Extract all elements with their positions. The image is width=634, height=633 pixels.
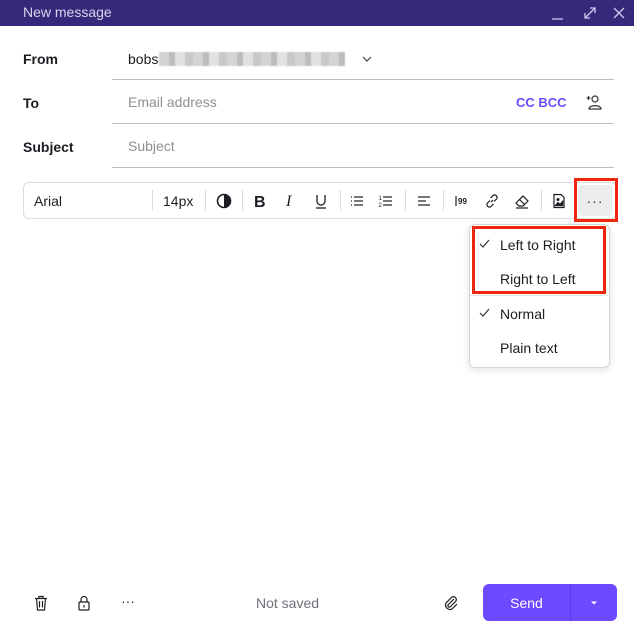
title-bar: New message — [0, 0, 634, 26]
menu-item-left-to-right[interactable]: Left to Right — [470, 227, 609, 261]
subject-input[interactable] — [128, 136, 488, 156]
underline-icon[interactable] — [311, 183, 331, 218]
toolbar-separator — [205, 190, 206, 211]
from-select[interactable]: bobs — [128, 51, 346, 67]
formatting-toolbar: Arial 14px B I 12 99 ··· — [23, 182, 617, 219]
caret-down-icon — [591, 601, 597, 604]
bold-icon[interactable]: B — [250, 183, 270, 218]
save-status: Not saved — [256, 595, 320, 611]
menu-item-plain-text[interactable]: Plain text — [470, 330, 609, 364]
send-button-group: Send — [483, 584, 617, 621]
svg-text:1: 1 — [379, 196, 383, 202]
more-options-button[interactable]: ··· — [578, 185, 612, 216]
toolbar-separator — [242, 190, 243, 211]
toolbar-separator — [405, 190, 406, 211]
toolbar-separator — [541, 190, 542, 211]
bullet-list-icon[interactable] — [347, 183, 367, 218]
numbered-list-icon[interactable]: 12 — [376, 183, 396, 218]
more-actions-button[interactable]: ··· — [119, 594, 137, 612]
close-icon[interactable] — [610, 4, 628, 22]
to-input[interactable] — [128, 92, 488, 112]
window-title: New message — [23, 4, 112, 20]
eraser-icon[interactable] — [512, 183, 532, 218]
menu-item-normal[interactable]: Normal — [470, 296, 609, 330]
menu-item-right-to-left[interactable]: Right to Left — [470, 261, 609, 295]
from-label: From — [23, 51, 58, 67]
trash-icon[interactable] — [32, 594, 50, 612]
menu-item-label: Plain text — [500, 340, 558, 356]
svg-text:I: I — [285, 193, 292, 210]
more-options-menu: Left to Right Right to Left Normal Plain… — [469, 224, 610, 368]
svg-text:2: 2 — [379, 203, 383, 209]
obscured-address — [159, 52, 346, 66]
menu-item-label: Normal — [500, 306, 546, 322]
cc-bcc-button[interactable]: CC BCC — [516, 95, 567, 110]
attachment-icon[interactable] — [442, 594, 460, 612]
checkmark-icon — [478, 237, 491, 250]
to-label: To — [23, 95, 40, 111]
font-size-select[interactable]: 14px — [163, 183, 193, 218]
contrast-icon[interactable] — [214, 183, 234, 218]
toolbar-separator — [152, 190, 153, 211]
link-icon[interactable] — [482, 183, 502, 218]
to-row: To CC BCC — [0, 80, 634, 124]
add-contact-icon[interactable] — [585, 93, 603, 111]
font-family-select[interactable]: Arial — [34, 183, 62, 218]
lock-icon[interactable] — [75, 594, 93, 612]
toolbar-separator — [443, 190, 444, 211]
divider — [112, 167, 614, 168]
from-address: bobs — [128, 51, 159, 67]
svg-text:99: 99 — [458, 197, 467, 206]
blockquote-icon[interactable]: 99 — [452, 183, 472, 218]
chevron-down-icon[interactable] — [361, 52, 373, 64]
align-left-icon[interactable] — [414, 183, 434, 218]
toolbar-separator — [340, 190, 341, 211]
italic-icon[interactable]: I — [280, 183, 300, 218]
send-button[interactable]: Send — [483, 584, 571, 621]
subject-row: Subject — [0, 124, 634, 168]
minimize-icon[interactable] — [549, 4, 567, 22]
from-row: From bobs — [0, 36, 634, 80]
subject-label: Subject — [23, 139, 74, 155]
menu-item-label: Left to Right — [500, 237, 576, 253]
image-icon[interactable] — [549, 183, 569, 218]
maximize-icon[interactable] — [581, 4, 599, 22]
checkmark-icon — [478, 306, 491, 319]
menu-item-label: Right to Left — [500, 271, 576, 287]
send-options-button[interactable] — [571, 584, 617, 621]
svg-text:B: B — [254, 194, 266, 210]
